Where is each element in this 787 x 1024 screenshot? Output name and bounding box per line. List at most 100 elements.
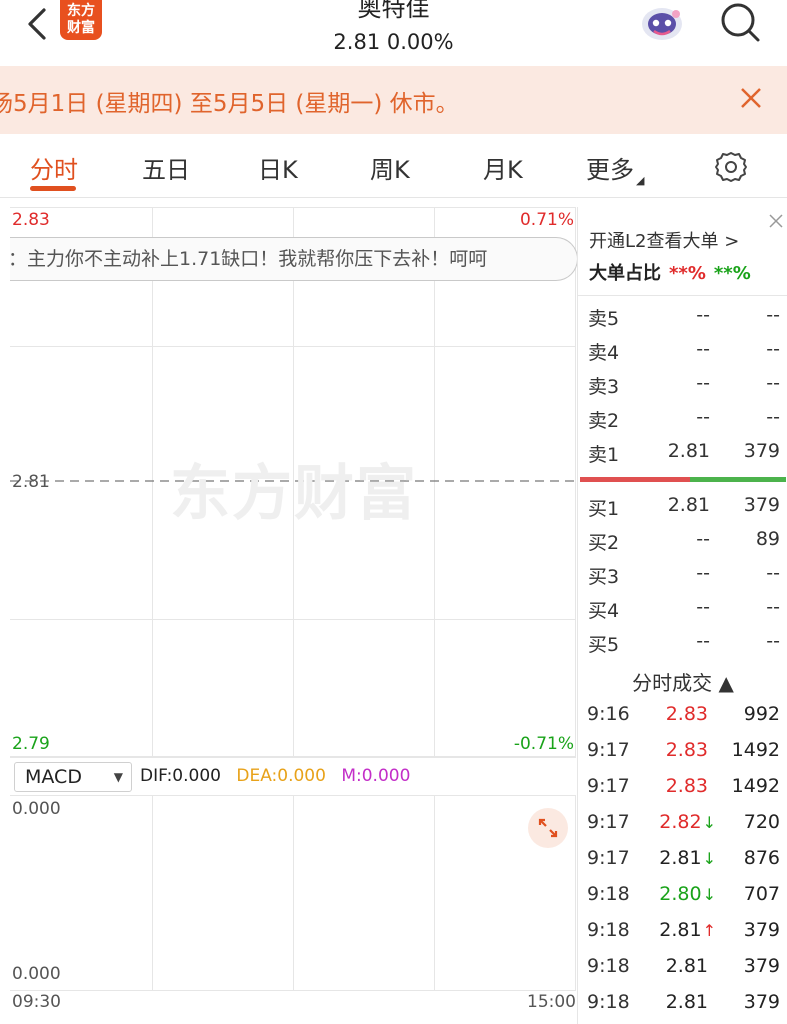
trade-price: 2.82↓ [659, 811, 716, 833]
trade-time: 9:18 [587, 955, 630, 977]
trade-row: 9:18 2.80↓ 707 [578, 883, 787, 919]
grid-line [434, 796, 435, 991]
trade-time: 9:17 [587, 811, 630, 833]
macd-bottom-value: 0.000 [12, 964, 61, 984]
quote-panel: 开通L2查看大单 > 大单占比 **% **% 卖5 -- -- 卖4 -- -- … [577, 207, 787, 1024]
grid-line [10, 346, 576, 347]
tab-daily-k[interactable]: 日K [258, 150, 298, 185]
price-low-label: 2.79 [12, 734, 50, 754]
tab-intraday[interactable]: 分时 [30, 150, 78, 185]
intraday-chart[interactable]: 东方财富 2.83 0.71% 2.81 2.79 -0.71% ：主力你不主动… [10, 207, 578, 757]
ask-volume: -- [766, 304, 780, 326]
expand-button[interactable] [528, 808, 568, 848]
trade-volume: 379 [743, 955, 780, 977]
bid-volume: 89 [755, 528, 780, 550]
scrolling-comment[interactable]: ：主力你不主动补上1.71缺口！我就帮你压下去补！呵呵 [10, 237, 578, 281]
ask-label: 卖5 [588, 308, 620, 330]
bid-volume: -- [766, 596, 780, 618]
grid-line [10, 990, 576, 991]
ratio-bar-green [690, 477, 786, 482]
bid-price: -- [696, 630, 710, 652]
pct-high-label: 0.71% [519, 210, 574, 230]
dropdown-triangle-icon: ▼ [113, 770, 123, 784]
grid-line [10, 207, 576, 208]
bid-volume: -- [766, 562, 780, 584]
bid-row: 买3 -- -- [578, 562, 787, 594]
indicator-select[interactable]: MACD ▼ [14, 762, 132, 792]
trade-price: 2.81 [665, 991, 708, 1013]
trade-volume: 707 [743, 883, 780, 905]
trade-price: 2.83 [665, 775, 708, 797]
bid-row: 买2 -- 89 [578, 528, 787, 560]
assistant-robot-icon[interactable] [638, 4, 686, 42]
ask-label: 卖1 [588, 444, 620, 466]
ask-volume: -- [766, 338, 780, 360]
ask-row: 卖5 -- -- [578, 304, 787, 336]
level2-promo-link[interactable]: 开通L2查看大单 > [589, 227, 739, 253]
bid-row: 买1 2.81 379 [578, 494, 787, 526]
trade-time: 9:17 [587, 847, 630, 869]
bid-row: 买5 -- -- [578, 630, 787, 662]
caret-down-icon: ◢ [636, 174, 645, 187]
big-order-ratio-sell: **% [713, 263, 751, 284]
comment-text: ：主力你不主动补上1.71缺口！我就帮你压下去补！呵呵 [10, 248, 488, 270]
trade-row: 9:18 2.81↑ 379 [578, 919, 787, 955]
close-icon[interactable] [735, 82, 767, 114]
search-icon[interactable] [718, 0, 762, 44]
arrow-down-icon: ↓ [702, 885, 716, 904]
trades-header[interactable]: 分时成交 ▲ [578, 667, 787, 696]
trade-price: 2.83 [665, 703, 708, 725]
big-order-ratio-label: 大单占比 [589, 263, 661, 284]
ask-price: -- [696, 406, 710, 428]
time-start-label: 09:30 [12, 992, 61, 1012]
trade-time: 9:17 [587, 775, 630, 797]
trade-row: 9:17 2.82↓ 720 [578, 811, 787, 847]
trade-row: 9:16 2.83 992 [578, 703, 787, 739]
trade-row: 9:18 2.81 379 [578, 955, 787, 991]
macd-dea: DEA:0.000 [236, 766, 326, 786]
trade-row: 9:18 2.81 379 [578, 991, 787, 1024]
trade-volume: 1492 [731, 775, 780, 797]
trade-time: 9:18 [587, 919, 630, 941]
indicator-select-value: MACD [25, 766, 82, 788]
ask-price: 2.81 [667, 440, 710, 462]
trade-price: 2.83 [665, 739, 708, 761]
bid-price: 2.81 [667, 494, 710, 516]
macd-values: DIF:0.000 DEA:0.000 M:0.000 [140, 766, 420, 786]
bid-label: 买5 [588, 634, 620, 656]
ask-price: -- [696, 338, 710, 360]
trade-volume: 720 [743, 811, 780, 833]
tab-more-label: 更多 [586, 156, 634, 184]
ask-row: 卖2 -- -- [578, 406, 787, 438]
ask-row: 卖1 2.81 379 [578, 440, 787, 472]
tab-five-day[interactable]: 五日 [142, 150, 190, 185]
trade-volume: 379 [743, 919, 780, 941]
bid-label: 买1 [588, 498, 620, 520]
bid-row: 买4 -- -- [578, 596, 787, 628]
chart-tabs: 分时 五日 日K 周K 月K 更多 ◢ [0, 134, 787, 198]
bid-price: -- [696, 596, 710, 618]
arrow-up-icon: ↑ [702, 921, 716, 940]
trade-row: 9:17 2.83 1492 [578, 775, 787, 811]
trade-time: 9:17 [587, 739, 630, 761]
trade-price: 2.81↓ [659, 847, 716, 869]
trade-price: 2.81↑ [659, 919, 716, 941]
tab-more[interactable]: 更多 ◢ [586, 150, 644, 187]
trade-volume: 876 [743, 847, 780, 869]
bid-label: 买3 [588, 566, 620, 588]
tab-monthly-k[interactable]: 月K [483, 150, 523, 185]
header: 东方 财富 奥特佳 2.81 0.00% [0, 0, 787, 66]
arrow-down-icon: ↓ [702, 849, 716, 868]
tab-weekly-k[interactable]: 周K [370, 150, 410, 185]
trade-time: 9:16 [587, 703, 630, 725]
time-end-label: 15:00 [527, 992, 576, 1012]
trade-volume: 992 [743, 703, 780, 725]
bid-label: 买2 [588, 532, 620, 554]
macd-chart[interactable]: 0.000 0.000 [10, 795, 576, 991]
grid-line [152, 796, 153, 991]
grid-line [10, 619, 576, 620]
bid-volume: -- [766, 630, 780, 652]
ask-row: 卖3 -- -- [578, 372, 787, 404]
close-icon[interactable] [768, 213, 784, 229]
gear-icon[interactable] [714, 150, 748, 184]
